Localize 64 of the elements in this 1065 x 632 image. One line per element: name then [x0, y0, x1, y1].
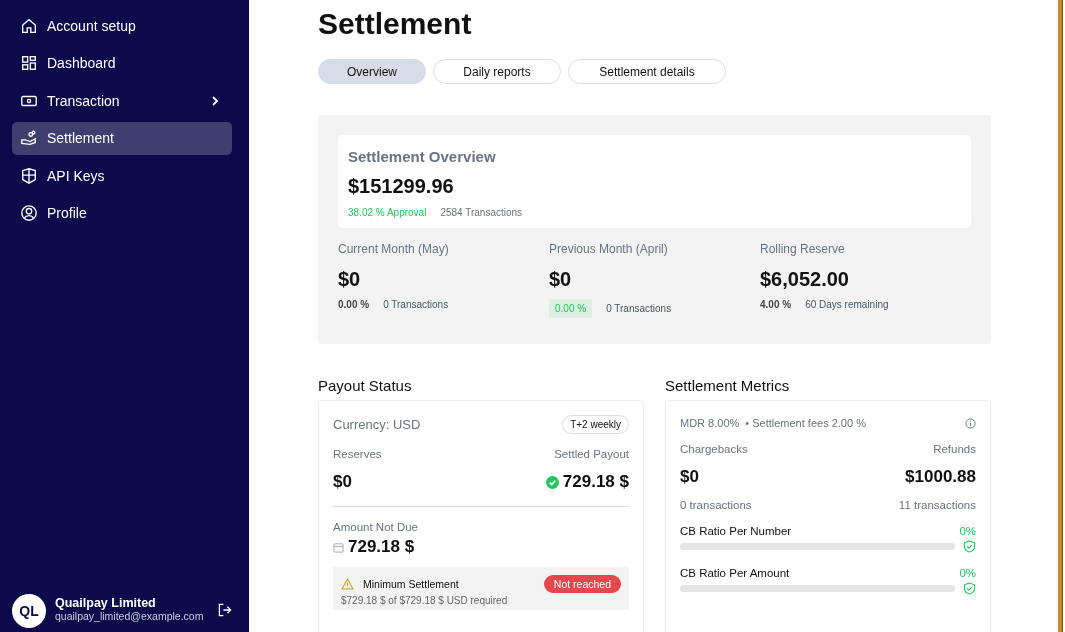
reserves-amount: $0 — [333, 472, 352, 492]
field-label: Settled Payout — [554, 448, 629, 460]
mdr-rate: MDR 8.00% — [680, 417, 740, 429]
stat-amount: $0 — [338, 268, 362, 291]
home-icon — [20, 16, 38, 35]
refunds-count: 11 transactions — [898, 499, 976, 511]
stat-amount: $6,052.00 — [760, 268, 850, 291]
shield-check-icon — [963, 582, 976, 595]
hand-coins-icon — [20, 129, 38, 148]
field-label: Reserves — [333, 448, 382, 460]
avatar: QL — [12, 594, 46, 628]
stat-label: Rolling Reserve — [760, 242, 846, 256]
logout-icon[interactable] — [217, 602, 233, 618]
calendar-icon — [333, 541, 344, 553]
stat-label: Current Month (May) — [338, 242, 450, 256]
ratio-label: CB Ratio Per Amount — [680, 567, 790, 579]
shield-check-icon — [963, 540, 976, 553]
user-email: quailpay_limited@example.com — [55, 610, 205, 622]
ratio-value: 0% — [959, 567, 976, 579]
ratio-value: 0% — [959, 525, 976, 537]
grid-icon — [20, 54, 38, 73]
settled-amount: 729.18 $ — [562, 472, 629, 492]
status-badge: Not reached — [543, 575, 621, 593]
chargebacks-count: 0 transactions — [680, 499, 752, 511]
field-label: Amount Not Due — [333, 521, 419, 533]
tab[interactable]: Overview — [318, 59, 426, 84]
stat-amount: $0 — [549, 268, 573, 291]
approval-rate: 38.02 % Approval — [348, 207, 427, 218]
user-icon — [20, 204, 38, 223]
ratio-label: CB Ratio Per Number — [680, 525, 792, 537]
stat-note: 60 Days remaining — [805, 299, 889, 310]
section-heading: Payout Status — [318, 377, 413, 394]
nav-item[interactable]: Dashboard — [12, 46, 232, 80]
transaction-count: 2584 Transactions — [440, 207, 523, 218]
not-due-amount: 729.18 $ — [348, 537, 415, 557]
chargebacks-amount: $0 — [680, 467, 699, 487]
info-icon[interactable] — [965, 417, 976, 429]
warning-icon — [341, 578, 354, 590]
nav-item[interactable]: Account setup — [12, 9, 232, 43]
card-title: Settlement Overview — [348, 148, 497, 165]
percent-badge: 0.00 % — [549, 299, 593, 318]
minimum-detail: $729.18 $ of $729.18 $ USD required — [341, 595, 509, 606]
field-label: Chargebacks — [680, 443, 748, 455]
nav-item[interactable]: Transaction — [12, 84, 232, 118]
settlement-fees: • Settlement fees 2.00 % — [745, 417, 866, 429]
check-circle-icon — [545, 475, 559, 489]
total-amount: $151299.96 — [348, 175, 455, 198]
page-title: Settlement — [318, 6, 473, 42]
field-label: Refunds — [933, 443, 976, 455]
nav-item[interactable]: Profile — [12, 196, 232, 230]
percent: 0.00 % — [338, 299, 370, 310]
refunds-amount: $1000.88 — [905, 467, 976, 487]
tab[interactable]: Daily reports — [433, 59, 561, 84]
stat-label: Previous Month (April) — [549, 242, 669, 256]
stat-note: 0 Transactions — [383, 299, 449, 310]
percent: 4.00 % — [760, 299, 792, 310]
nav-item[interactable]: API Keys — [12, 159, 232, 193]
user-name: Quailpay Limited — [55, 596, 157, 610]
nav-item[interactable]: Settlement — [12, 121, 232, 155]
stat-note: 0 Transactions — [606, 303, 672, 314]
minimum-title: Minimum Settlement — [363, 578, 459, 590]
section-heading: Settlement Metrics — [665, 377, 791, 394]
currency-label: Currency: USD — [333, 417, 421, 432]
tab[interactable]: Settlement details — [568, 59, 726, 84]
